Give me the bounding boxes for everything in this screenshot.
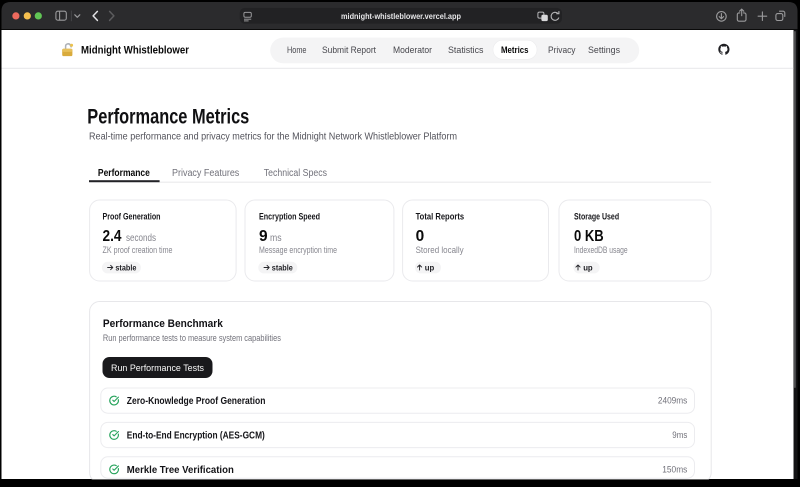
svg-text:2.4: 2.4: [103, 228, 122, 245]
svg-text:up: up: [425, 263, 435, 273]
svg-text:Settings: Settings: [588, 45, 620, 56]
svg-text:Storage Used: Storage Used: [574, 212, 619, 222]
svg-text:seconds: seconds: [126, 233, 156, 244]
svg-text:9ms: 9ms: [672, 430, 687, 440]
svg-text:Technical Specs: Technical Specs: [264, 168, 327, 179]
svg-text:9: 9: [259, 228, 268, 245]
svg-text:up: up: [583, 263, 593, 273]
svg-text:Total Reports: Total Reports: [416, 212, 465, 222]
svg-text:0 KB: 0 KB: [574, 228, 604, 245]
svg-text:stable: stable: [272, 263, 293, 273]
svg-text:Privacy Features: Privacy Features: [172, 168, 239, 179]
svg-text:Moderator: Moderator: [393, 45, 432, 56]
svg-text:Performance: Performance: [98, 168, 150, 179]
svg-text:Submit Report: Submit Report: [322, 45, 376, 56]
svg-text:Privacy: Privacy: [548, 45, 576, 56]
svg-text:0: 0: [416, 228, 425, 245]
svg-text:Stored locally: Stored locally: [416, 245, 464, 255]
svg-text:Proof Generation: Proof Generation: [103, 212, 161, 222]
svg-text:Metrics: Metrics: [501, 45, 529, 56]
svg-text:Run performance tests to measu: Run performance tests to measure system …: [103, 333, 281, 343]
svg-text:midnight-whistleblower.vercel.: midnight-whistleblower.vercel.app: [341, 12, 461, 21]
svg-text:Merkle Tree Verification: Merkle Tree Verification: [127, 465, 234, 476]
svg-text:Real-time performance and priv: Real-time performance and privacy metric…: [89, 131, 457, 142]
svg-text:Performance Metrics: Performance Metrics: [87, 106, 249, 129]
svg-text:End-to-End Encryption (AES-GCM: End-to-End Encryption (AES-GCM): [127, 430, 265, 441]
svg-text:Message encryption time: Message encryption time: [259, 245, 337, 255]
svg-text:Performance Benchmark: Performance Benchmark: [103, 318, 224, 330]
svg-text:Run Performance Tests: Run Performance Tests: [111, 363, 204, 374]
svg-text:IndexedDB usage: IndexedDB usage: [574, 245, 628, 255]
svg-text:Encryption Speed: Encryption Speed: [259, 212, 320, 222]
svg-text:Midnight Whistleblower: Midnight Whistleblower: [81, 44, 190, 56]
svg-text:Zero-Knowledge Proof Generatio: Zero-Knowledge Proof Generation: [127, 396, 266, 407]
svg-text:2409ms: 2409ms: [658, 396, 688, 406]
svg-text:150ms: 150ms: [662, 464, 687, 474]
svg-text:stable: stable: [115, 263, 136, 273]
svg-text:Statistics: Statistics: [448, 45, 484, 56]
svg-text:ms: ms: [270, 233, 282, 244]
svg-text:Home: Home: [287, 45, 307, 56]
svg-text:ZK proof creation time: ZK proof creation time: [103, 245, 173, 255]
